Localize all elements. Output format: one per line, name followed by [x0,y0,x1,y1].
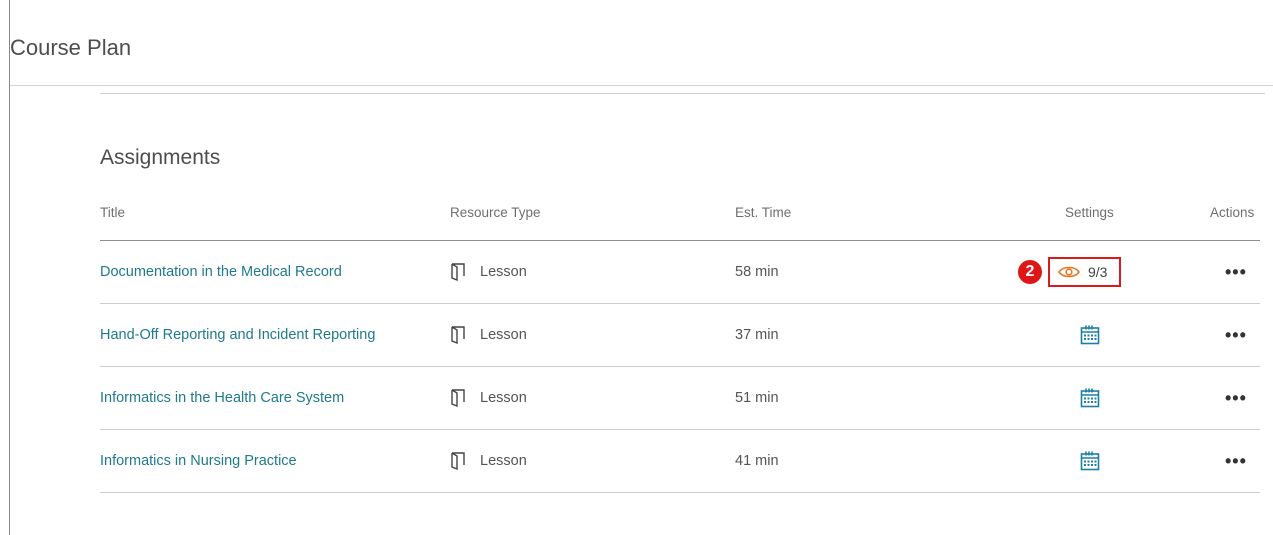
page-title: Course Plan [10,35,132,60]
divider [100,93,1265,94]
column-header-title: Title [100,205,126,220]
calendar-icon[interactable] [1080,388,1100,408]
assignments-table: Title Resource Type Est. Time Settings A… [100,195,1260,493]
assignment-title-link[interactable]: Informatics in Nursing Practice [100,453,297,469]
column-header-settings: Settings [1065,205,1114,220]
section-title: Assignments [100,146,221,169]
table-row: Informatics in the Health Care System Le… [100,367,1260,430]
eye-icon [1058,266,1080,278]
assignment-title-link[interactable]: Hand-Off Reporting and Incident Reportin… [100,327,375,343]
column-header-actions: Actions [1210,205,1255,220]
table-row: Hand-Off Reporting and Incident Reportin… [100,304,1260,367]
assignment-title-link[interactable]: Documentation in the Medical Record [100,264,342,280]
table-header: Title Resource Type Est. Time Settings A… [100,195,1260,241]
column-header-resource-type: Resource Type [450,205,541,220]
calendar-icon[interactable] [1080,325,1100,345]
column-header-est-time: Est. Time [735,205,792,220]
calendar-icon[interactable] [1080,451,1100,471]
resource-type-label: Lesson [480,453,527,469]
course-plan-panel: Course Plan Assignments Title Resource T… [9,0,1273,535]
table-row: Informatics in Nursing Practice Lesson 4… [100,430,1260,493]
resource-type-label: Lesson [480,327,527,343]
lesson-book-icon [451,389,465,407]
lesson-book-icon [451,326,465,344]
est-time: 51 min [735,390,779,406]
visibility-count: 9/3 [1088,264,1108,280]
row-actions-menu[interactable]: ••• [1225,389,1247,407]
est-time: 58 min [735,264,779,280]
table-row: Documentation in the Medical Record Less… [100,241,1260,304]
row-actions-menu[interactable]: ••• [1225,326,1247,344]
row-actions-menu[interactable]: ••• [1225,452,1247,470]
resource-type-label: Lesson [480,390,527,406]
header: Course Plan [10,0,1273,86]
est-time: 41 min [735,453,779,469]
est-time: 37 min [735,327,779,343]
lesson-book-icon [451,452,465,470]
resource-type-label: Lesson [480,264,527,280]
lesson-book-icon [451,263,465,281]
callout-number-badge: 2 [1018,260,1042,284]
visibility-setting-button[interactable]: 9/3 [1048,257,1122,287]
assignment-title-link[interactable]: Informatics in the Health Care System [100,390,344,406]
row-actions-menu[interactable]: ••• [1225,263,1247,281]
